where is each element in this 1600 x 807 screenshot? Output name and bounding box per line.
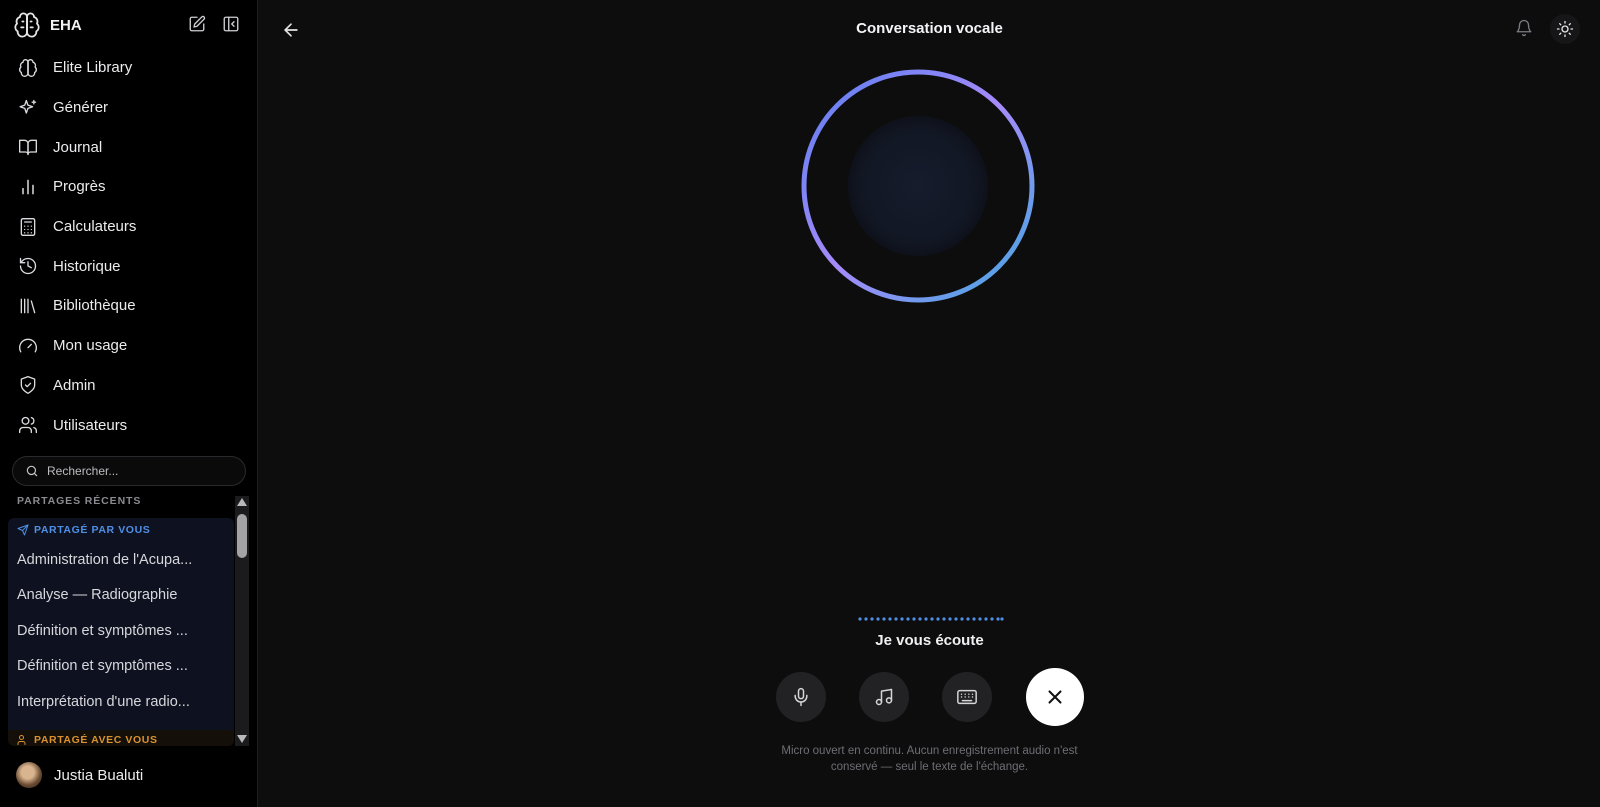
- brand[interactable]: EHA: [12, 10, 82, 40]
- search-box[interactable]: [12, 456, 246, 486]
- sidebar-item-calculateurs[interactable]: Calculateurs: [8, 207, 250, 247]
- privacy-note-line-1: Micro ouvert en continu. Aucun enregistr…: [781, 745, 1078, 757]
- brand-tools: [187, 14, 241, 34]
- sidebar-item-elite-library[interactable]: Elite Library: [8, 48, 250, 88]
- sidebar-item-label: Progrès: [53, 178, 106, 196]
- microphone-icon: [791, 687, 811, 707]
- new-chat-edit-icon[interactable]: [187, 14, 207, 34]
- sidebar-item-utilisateurs[interactable]: Utilisateurs: [8, 405, 250, 445]
- page-title: Conversation vocale: [856, 20, 1003, 37]
- send-icon: [17, 524, 29, 536]
- users-icon: [17, 734, 29, 746]
- sidebar-item-label: Générer: [53, 99, 109, 117]
- shared-with-you-label: PARTAGÉ AVEC VOUS: [34, 734, 158, 746]
- voice-conversation-panel: Conversation vocale Je vous écoute Micro…: [259, 0, 1600, 807]
- sidebar-item-generer[interactable]: Générer: [8, 88, 250, 128]
- user-name: Justia Bualuti: [54, 766, 144, 784]
- scroll-down-icon[interactable]: [237, 735, 247, 743]
- brain-logo-icon: [12, 10, 42, 40]
- search-icon: [25, 464, 39, 478]
- shares-scrollbar[interactable]: [235, 496, 249, 746]
- audio-level-indicator: [858, 617, 1004, 621]
- sidebar-nav: Elite Library Générer Journal Progrès Ca…: [8, 48, 250, 445]
- voice-orb: [801, 69, 1035, 303]
- sidebar-item-historique[interactable]: Historique: [8, 246, 250, 286]
- privacy-note-line-2: conservé — seul le texte de l'échange.: [830, 761, 1029, 773]
- gauge-icon: [17, 335, 39, 357]
- shared-with-you-header: PARTAGÉ AVEC VOUS: [8, 730, 234, 746]
- list-item[interactable]: Définition et symptômes ...: [8, 613, 234, 649]
- sidebar-item-admin[interactable]: Admin: [8, 366, 250, 406]
- sidebar-item-label: Bibliothèque: [53, 297, 136, 315]
- sidebar-item-mon-usage[interactable]: Mon usage: [8, 326, 250, 366]
- bell-icon[interactable]: [1512, 16, 1536, 40]
- search-input[interactable]: [47, 464, 227, 478]
- collapse-sidebar-icon[interactable]: [221, 14, 241, 34]
- calculator-icon: [17, 216, 39, 238]
- recent-shares-label: PARTAGES RÉCENTS: [17, 495, 142, 507]
- users-icon: [17, 414, 39, 436]
- recent-shares-list: PARTAGÉ PAR VOUS Administration de l'Acu…: [8, 518, 234, 746]
- list-item[interactable]: Interprétation d'une radio...: [8, 684, 234, 720]
- music-note-icon: [874, 687, 894, 707]
- sidebar-item-label: Historique: [53, 257, 121, 275]
- sidebar: EHA Elite Library Générer Journal Progrè…: [0, 0, 258, 807]
- listening-status: Je vous écoute: [875, 632, 984, 649]
- list-item[interactable]: Analyse — Radiographie: [8, 578, 234, 614]
- sidebar-item-bibliotheque[interactable]: Bibliothèque: [8, 286, 250, 326]
- sidebar-item-label: Mon usage: [53, 337, 128, 355]
- sidebar-item-journal[interactable]: Journal: [8, 127, 250, 167]
- shared-by-you-header: PARTAGÉ PAR VOUS: [8, 518, 234, 542]
- scroll-up-icon[interactable]: [237, 498, 247, 506]
- end-conversation-button[interactable]: [1026, 668, 1084, 726]
- list-item[interactable]: Définition et symptômes ...: [8, 649, 234, 685]
- history-icon: [17, 255, 39, 277]
- scrollbar-thumb[interactable]: [237, 514, 247, 558]
- library-icon: [17, 295, 39, 317]
- sidebar-item-label: Calculateurs: [53, 218, 137, 236]
- privacy-note: Micro ouvert en continu. Aucun enregistr…: [259, 743, 1600, 775]
- brain-icon: [17, 57, 39, 79]
- music-button[interactable]: [859, 672, 909, 722]
- avatar: [16, 762, 42, 788]
- sparkles-icon: [17, 97, 39, 119]
- sidebar-item-label: Journal: [53, 138, 103, 156]
- keyboard-button[interactable]: [942, 672, 992, 722]
- user-profile[interactable]: Justia Bualuti: [16, 760, 143, 790]
- close-icon: [1044, 686, 1066, 708]
- sidebar-item-progres[interactable]: Progrès: [8, 167, 250, 207]
- book-open-icon: [17, 136, 39, 158]
- shield-check-icon: [17, 374, 39, 396]
- shared-by-you-label: PARTAGÉ PAR VOUS: [34, 524, 151, 536]
- theme-toggle-sun-icon[interactable]: [1550, 14, 1580, 44]
- microphone-button[interactable]: [776, 672, 826, 722]
- bar-chart-icon: [17, 176, 39, 198]
- brand-name: EHA: [50, 16, 82, 34]
- sidebar-item-label: Utilisateurs: [53, 416, 128, 434]
- list-item[interactable]: Administration de l'Acupa...: [8, 542, 234, 578]
- sidebar-item-label: Admin: [53, 376, 96, 394]
- keyboard-icon: [956, 686, 978, 708]
- sidebar-item-label: Elite Library: [53, 59, 133, 77]
